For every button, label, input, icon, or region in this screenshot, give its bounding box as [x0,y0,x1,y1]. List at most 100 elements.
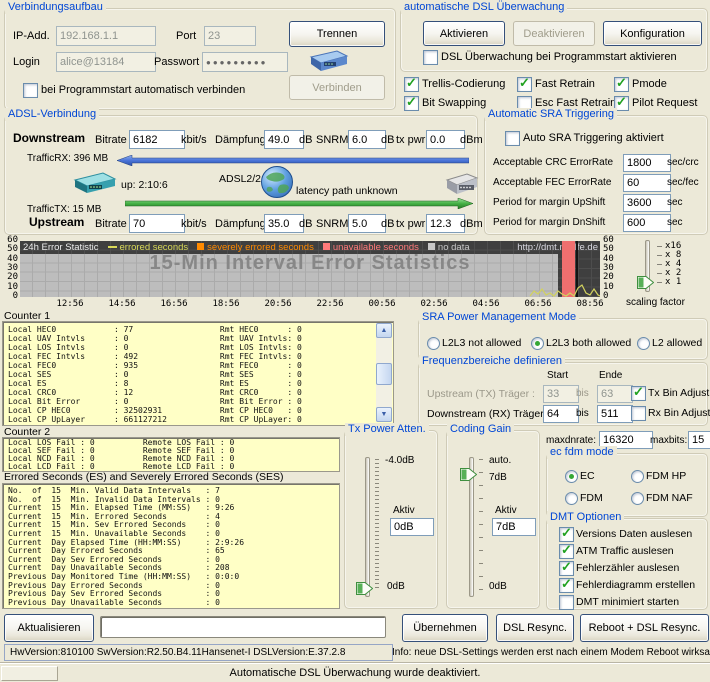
dmt-minimiert-checkbox[interactable] [559,595,574,610]
disconnect-button[interactable]: Trennen [289,21,385,47]
adsl-group: ADSL-Verbindung Downstream Bitrate 6182 … [4,108,483,235]
connection-group: Verbindungsaufbau IP-Add. 192.168.1.1 Po… [4,1,396,110]
coding-gain-slider-ticks [479,459,483,591]
l2-allowed-label: L2 allowed [652,337,703,349]
dnshift-field[interactable]: 600 [623,214,671,232]
maxbits-label: maxbits: [650,435,688,446]
tx-traeger-label: Upstream (TX) Träger : [427,388,535,400]
y-tick-right: 50 [603,244,614,254]
adsl-group-title: ADSL-Verbindung [5,108,100,121]
versions-daten-checkbox[interactable] [559,525,574,542]
sra-power-title: SRA Power Management Mode [419,311,580,324]
crc-rate-field[interactable]: 1800 [623,154,671,172]
fdm-naf-radio[interactable] [631,492,644,505]
bit-swapping-checkbox[interactable] [404,94,419,111]
fec-rate-unit: sec/fec [667,177,699,188]
dmt-options-group: DMT Optionen Versions Daten auslesen ATM… [546,511,708,610]
atm-traffic-checkbox[interactable] [559,542,574,559]
auto-sra-checkbox[interactable] [505,131,520,146]
scroll-up-button[interactable]: ▲ [376,323,392,338]
counter2-text: Local LOS Fail : 0 Remote LOS Fail : 0 L… [8,438,235,471]
up-dbm-unit: dBm [460,218,483,230]
up-daempfung-field[interactable]: 35.0 [264,214,304,233]
rx-bin-adjust-checkbox[interactable] [631,406,646,421]
fehlerdiagramm-checkbox[interactable] [559,576,574,593]
l2l3-both-allowed-radio[interactable] [531,337,544,350]
dsl-resync-button[interactable]: DSL Resync. [496,614,574,642]
scale-tick [657,255,662,256]
rx-start-field[interactable]: 64 [543,405,579,423]
down-bitrate-field[interactable]: 6182 [129,130,185,149]
upshift-field[interactable]: 3600 [623,194,671,212]
down-snrm-label: SNRM [316,134,349,146]
severe-swatch-icon [197,243,205,250]
upstream-label: Upstream [29,215,85,229]
pmode-label: Pmode [632,78,667,90]
scaling-factor-caption: scaling factor [626,297,685,308]
rx-ende-field[interactable]: 511 [597,405,633,423]
maxbits-field[interactable]: 15 [688,431,710,449]
up-daempfung-label: Dämpfung [215,218,266,230]
coding-gain-slider-thumb[interactable] [460,468,478,484]
down-snrm-db-unit: dB [381,134,395,146]
x-tick: 14:56 [108,299,136,309]
sra-power-group: SRA Power Management Mode L2L3 not allow… [418,311,708,360]
ec-radio[interactable] [565,470,578,483]
up-db-unit: dB [299,218,313,230]
fdm-radio[interactable] [565,492,578,505]
down-daempfung-field[interactable]: 49.0 [264,130,304,149]
coding-gain-aktiv-field: 7dB [492,518,536,536]
counter1-scrollbar[interactable]: ▲ ▼ [376,323,392,422]
l2l3-not-allowed-radio[interactable] [427,337,440,350]
apply-button[interactable]: Übernehmen [402,614,488,642]
refresh-button[interactable]: Aktualisieren [4,614,94,642]
down-daempfung-label: Dämpfung [215,134,266,146]
l2-allowed-radio[interactable] [637,337,650,350]
tx-start-field: 33 [543,385,579,403]
down-dbm-unit: dBm [460,134,483,146]
latency-label: latency path unknown [296,185,398,197]
monitoring-startup-checkbox[interactable] [423,50,438,65]
scale-tick [657,282,662,283]
reboot-info-label: Info: neue DSL-Settings werden erst nach… [392,647,710,658]
coding-gain-top-label: auto. [489,455,512,466]
fec-rate-field[interactable]: 60 [623,174,671,192]
coding-gain-title: Coding Gain [447,423,515,436]
scroll-down-button[interactable]: ▼ [376,407,392,422]
fdm-hp-radio[interactable] [631,470,644,483]
error-statistics-graph: 15-Min Interval Error Statistics http://… [20,241,600,297]
tx-power-slider-thumb[interactable] [356,582,374,598]
trellis-label: Trellis-Codierung [422,78,506,90]
up-bitrate-field[interactable]: 70 [129,214,185,233]
reboot-resync-button[interactable]: Reboot + DSL Resync. [580,614,709,642]
rx-bin-adjust-label: Rx Bin Adjust [648,407,710,419]
tx-power-slider-track[interactable] [365,457,370,597]
dnshift-unit: sec [667,217,683,228]
pmode-checkbox[interactable] [614,75,629,92]
tx-power-bottom-label: 0dB [387,581,405,592]
trellis-checkbox[interactable] [404,75,419,92]
tx-bis-label: bis [576,388,589,399]
fehlerzaehler-checkbox[interactable] [559,559,574,576]
scrollbar-thumb[interactable] [376,363,392,385]
adsl-modem-icon [69,168,117,199]
x-tick: 02:56 [420,299,448,309]
tx-bin-adjust-checkbox[interactable] [631,384,646,401]
autoconnect-checkbox[interactable] [23,83,38,98]
tx-bin-adjust-label: Tx Bin Adjust [648,387,710,399]
fast-retrain-checkbox[interactable] [517,75,532,92]
ec-fdm-title: ec fdm mode [547,446,617,459]
fdm-label: FDM [580,492,603,504]
activate-button[interactable]: Aktivieren [423,21,505,46]
connection-group-title: Verbindungsaufbau [5,1,106,14]
configuration-button[interactable]: Konfiguration [603,21,702,46]
crc-rate-label: Acceptable CRC ErrorRate [493,157,614,168]
legend-severely-errored: severely errored seconds [197,242,314,253]
login-field: alice@13184 [56,52,156,72]
fast-retrain-label: Fast Retrain [535,78,595,90]
tx-power-slider-ticks [375,459,379,591]
frequenz-group: Frequenzbereiche definieren Start Ende U… [418,355,710,426]
scaling-slider-thumb[interactable] [637,276,655,292]
downstream-label: Downstream [13,131,86,145]
version-info: HwVersion:810100 SwVersion:R2.50.B4.11Ha… [4,644,393,661]
